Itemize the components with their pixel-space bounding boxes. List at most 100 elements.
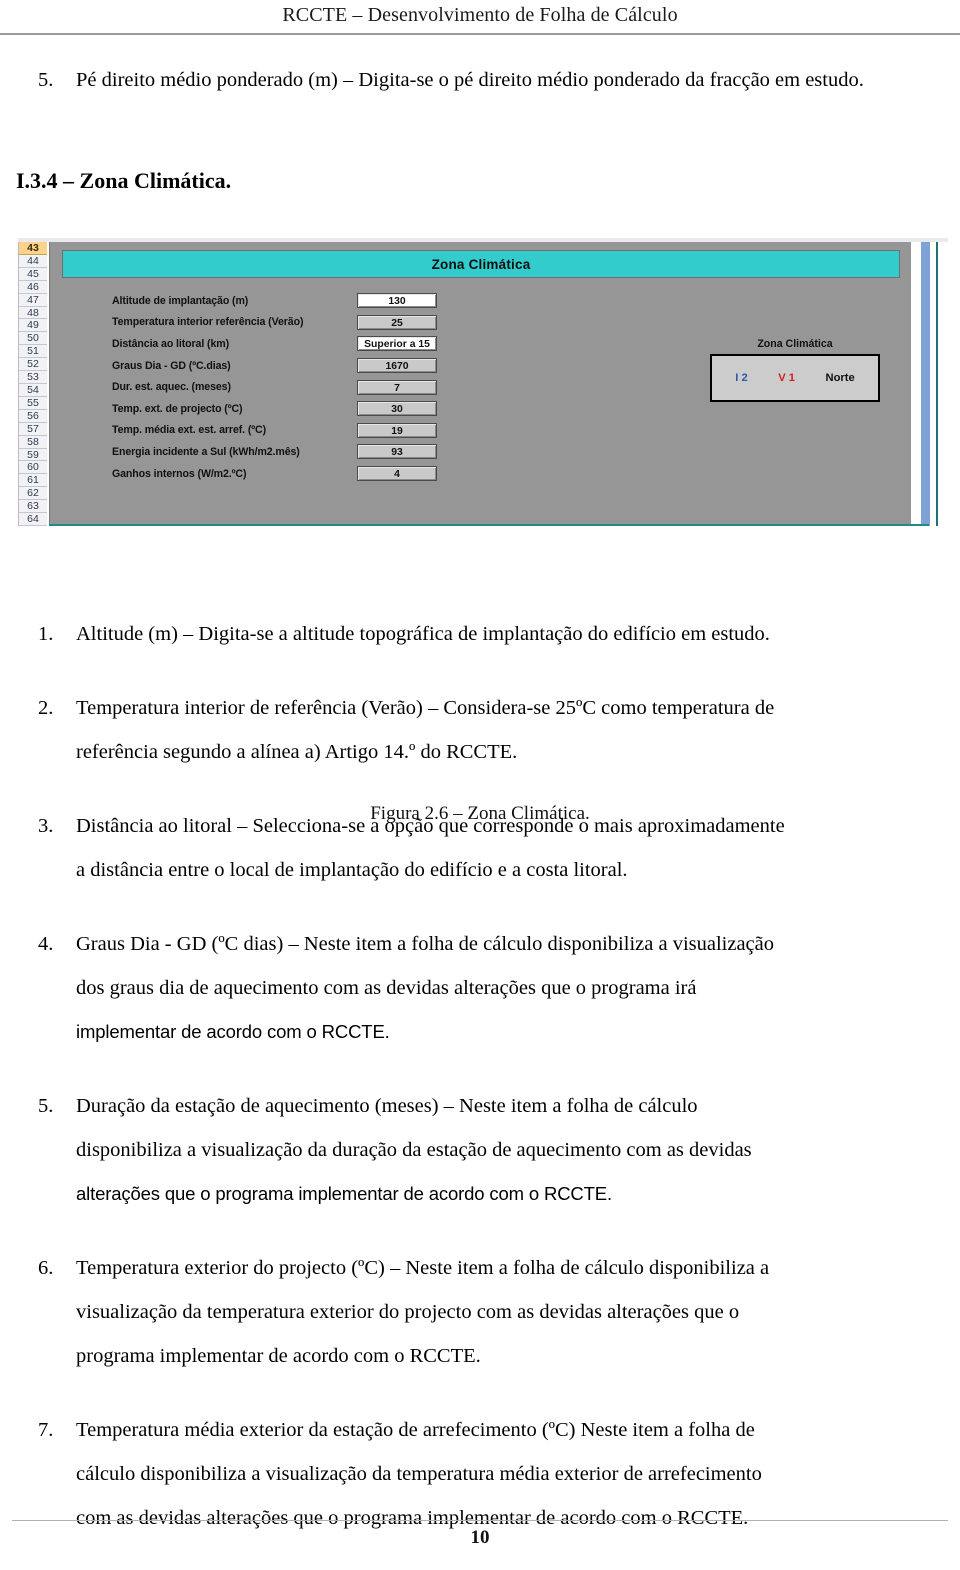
row-header-63[interactable]: 63 [19,500,47,514]
vertical-scrollbar[interactable] [921,242,930,526]
row-header-label: 55 [27,396,39,409]
row-header-46[interactable]: 46 [19,280,47,294]
row-header-52[interactable]: 52 [19,358,47,372]
row-header-label: 57 [27,422,39,435]
row-header-label: 53 [27,371,39,384]
row-header-label: 61 [27,474,39,487]
list-item-text: Distância ao litoral – Selecciona-se a o… [76,804,938,892]
row-header-61[interactable]: 61 [19,474,47,488]
row-header-label: 44 [27,254,39,267]
row-header-60[interactable]: 60 [19,461,47,475]
row-header-55[interactable]: 55 [19,396,47,410]
form-field-value: 25 [357,314,437,330]
climate-form: Altitude de implantação (m) 130 Temperatur… [112,290,462,484]
row-header-51[interactable]: 51 [19,345,47,359]
row-header-label: 59 [27,448,39,461]
row-header-label: 47 [27,293,39,306]
row-header-44[interactable]: 44 [19,254,47,268]
list-item-text: Duração da estação de aquecimento (meses… [76,1084,938,1216]
list-item-line: Temperatura média exterior da estação de… [76,1419,755,1441]
form-field-input[interactable]: 130 [357,293,437,309]
list-item-2: 2. Temperatura interior de referência (Ve… [0,686,960,774]
form-field-label: Altitude de implantação (m) [112,294,249,307]
result-summer-zone: V 1 [778,372,795,384]
list-item-6: 6. Temperatura exterior do projecto (ºC) … [0,1246,960,1378]
spreadsheet-screenshot: 43 44 45 46 47 48 49 50 51 52 53 54 55 56 57 58 59 60 61 62… [0,238,948,528]
row-header-47[interactable]: 47 [19,293,47,307]
form-row: Dur. est. aquec. (meses) 7 [112,376,462,398]
row-header-58[interactable]: 58 [19,435,47,449]
row-header-48[interactable]: 48 [19,306,47,320]
header-divider [0,33,960,35]
list-item-line: Graus Dia - GD (ºC dias) – Neste item a … [76,933,775,955]
list-item-5-text: Pé direito médio ponderado (m) – Digita-… [76,69,864,91]
row-header-53[interactable]: 53 [19,371,47,384]
running-header-title: RCCTE – Desenvolvimento de Folha de Cálc… [282,4,678,26]
list-item-line: disponibiliza a visualização da duração … [76,1139,752,1161]
form-field-value: 93 [357,444,437,460]
list-item-line: Temperatura exterior do projecto (ºC) – … [76,1257,770,1279]
numbered-list: 1. Altitude (m) – Digita-se a altitude to… [0,612,960,1570]
list-item-line: referência segundo a alínea a) Artigo 14… [76,741,518,763]
row-header-label: 51 [27,345,39,358]
zona-climatica-result-group: Zona Climática I 2 V 1 Norte [710,338,880,402]
list-item-line: visualização da temperatura exterior do … [76,1301,740,1323]
row-header-45[interactable]: 45 [19,267,47,281]
sheet-body: Zona Climática Altitude de implantação (… [49,242,911,526]
form-field-label: Dur. est. aquec. (meses) [112,381,231,394]
row-header-label: 50 [27,332,39,345]
row-header-57[interactable]: 57 [19,422,47,436]
list-item-marker: 5. [38,1095,54,1117]
form-row: Altitude de implantação (m) 130 [112,290,462,312]
list-item-line: dos graus dia de aquecimento com as devi… [76,977,697,999]
list-item-marker: 7. [38,1419,54,1441]
sheet-right-rail [911,242,948,526]
result-winter-zone: I 2 [735,372,748,384]
form-field-value: 19 [357,422,437,438]
list-item-line: Duração da estação de aquecimento (meses… [76,1095,698,1117]
list-item-4: 4. Graus Dia - GD (ºC dias) – Neste item … [0,922,960,1054]
row-header-43[interactable]: 43 [19,242,47,255]
row-header-label: 46 [27,280,39,293]
row-header-49[interactable]: 49 [19,319,47,333]
row-header-label: 49 [27,319,39,332]
list-item-line: alterações que o programa implementar de… [76,1183,612,1204]
list-item-line: Distância ao litoral – Selecciona-se a o… [76,815,785,837]
list-item-marker: 4. [38,933,54,955]
row-header-59[interactable]: 59 [19,448,47,462]
form-field-label: Ganhos internos (W/m2.ºC) [112,467,247,480]
row-header-54[interactable]: 54 [19,383,47,397]
form-row: Graus Dia - GD (ºC.dias) 1670 [112,355,462,377]
form-row: Temp. ext. de projecto (ºC) 30 [112,398,462,420]
section-heading: I.3.4 – Zona Climática. [16,168,232,193]
list-item-marker: 3. [38,815,54,837]
form-field-input[interactable]: Superior a 15 [357,336,437,352]
form-row: Ganhos internos (W/m2.ºC) 4 [112,463,462,485]
form-row: Temp. média ext. est. arref. (ºC) 19 [112,420,462,442]
list-item-marker: 2. [38,697,54,719]
row-header-label: 63 [27,500,39,513]
form-field-label: Graus Dia - GD (ºC.dias) [112,359,231,372]
row-header-label: 64 [27,513,39,526]
list-item-text: Temperatura exterior do projecto (ºC) – … [76,1246,938,1378]
row-header-50[interactable]: 50 [19,332,47,346]
list-item-1: 1. Altitude (m) – Digita-se a altitude to… [0,612,960,656]
form-row: Energia incidente a Sul (kWh/m2.mês) 93 [112,441,462,463]
row-header-label: 58 [27,435,39,448]
list-item-line: Temperatura interior de referência (Verã… [76,697,775,719]
row-header-56[interactable]: 56 [19,409,47,423]
row-header-64[interactable]: 64 [19,513,47,526]
list-item-line: a distância entre o local de implantação… [76,859,628,881]
page-number: 10 [470,1527,490,1548]
row-header-gutter[interactable]: 43 44 45 46 47 48 49 50 51 52 53 54 55 56 57 58 59 60 61 62… [18,242,48,526]
form-field-label: Temp. média ext. est. arref. (ºC) [112,424,267,437]
sheet-banner-title: Zona Climática [431,256,531,272]
list-item-5-marker: 5. [38,69,54,91]
list-item-line: implementar de acordo com o RCCTE. [76,1021,390,1042]
list-item-text: Graus Dia - GD (ºC dias) – Neste item a … [76,922,938,1054]
form-field-value: 4 [357,466,437,482]
page-running-header: RCCTE – Desenvolvimento de Folha de Cálc… [0,0,960,36]
row-header-62[interactable]: 62 [19,487,47,501]
row-header-label: 60 [27,461,39,474]
result-caption: Zona Climática [757,338,833,350]
